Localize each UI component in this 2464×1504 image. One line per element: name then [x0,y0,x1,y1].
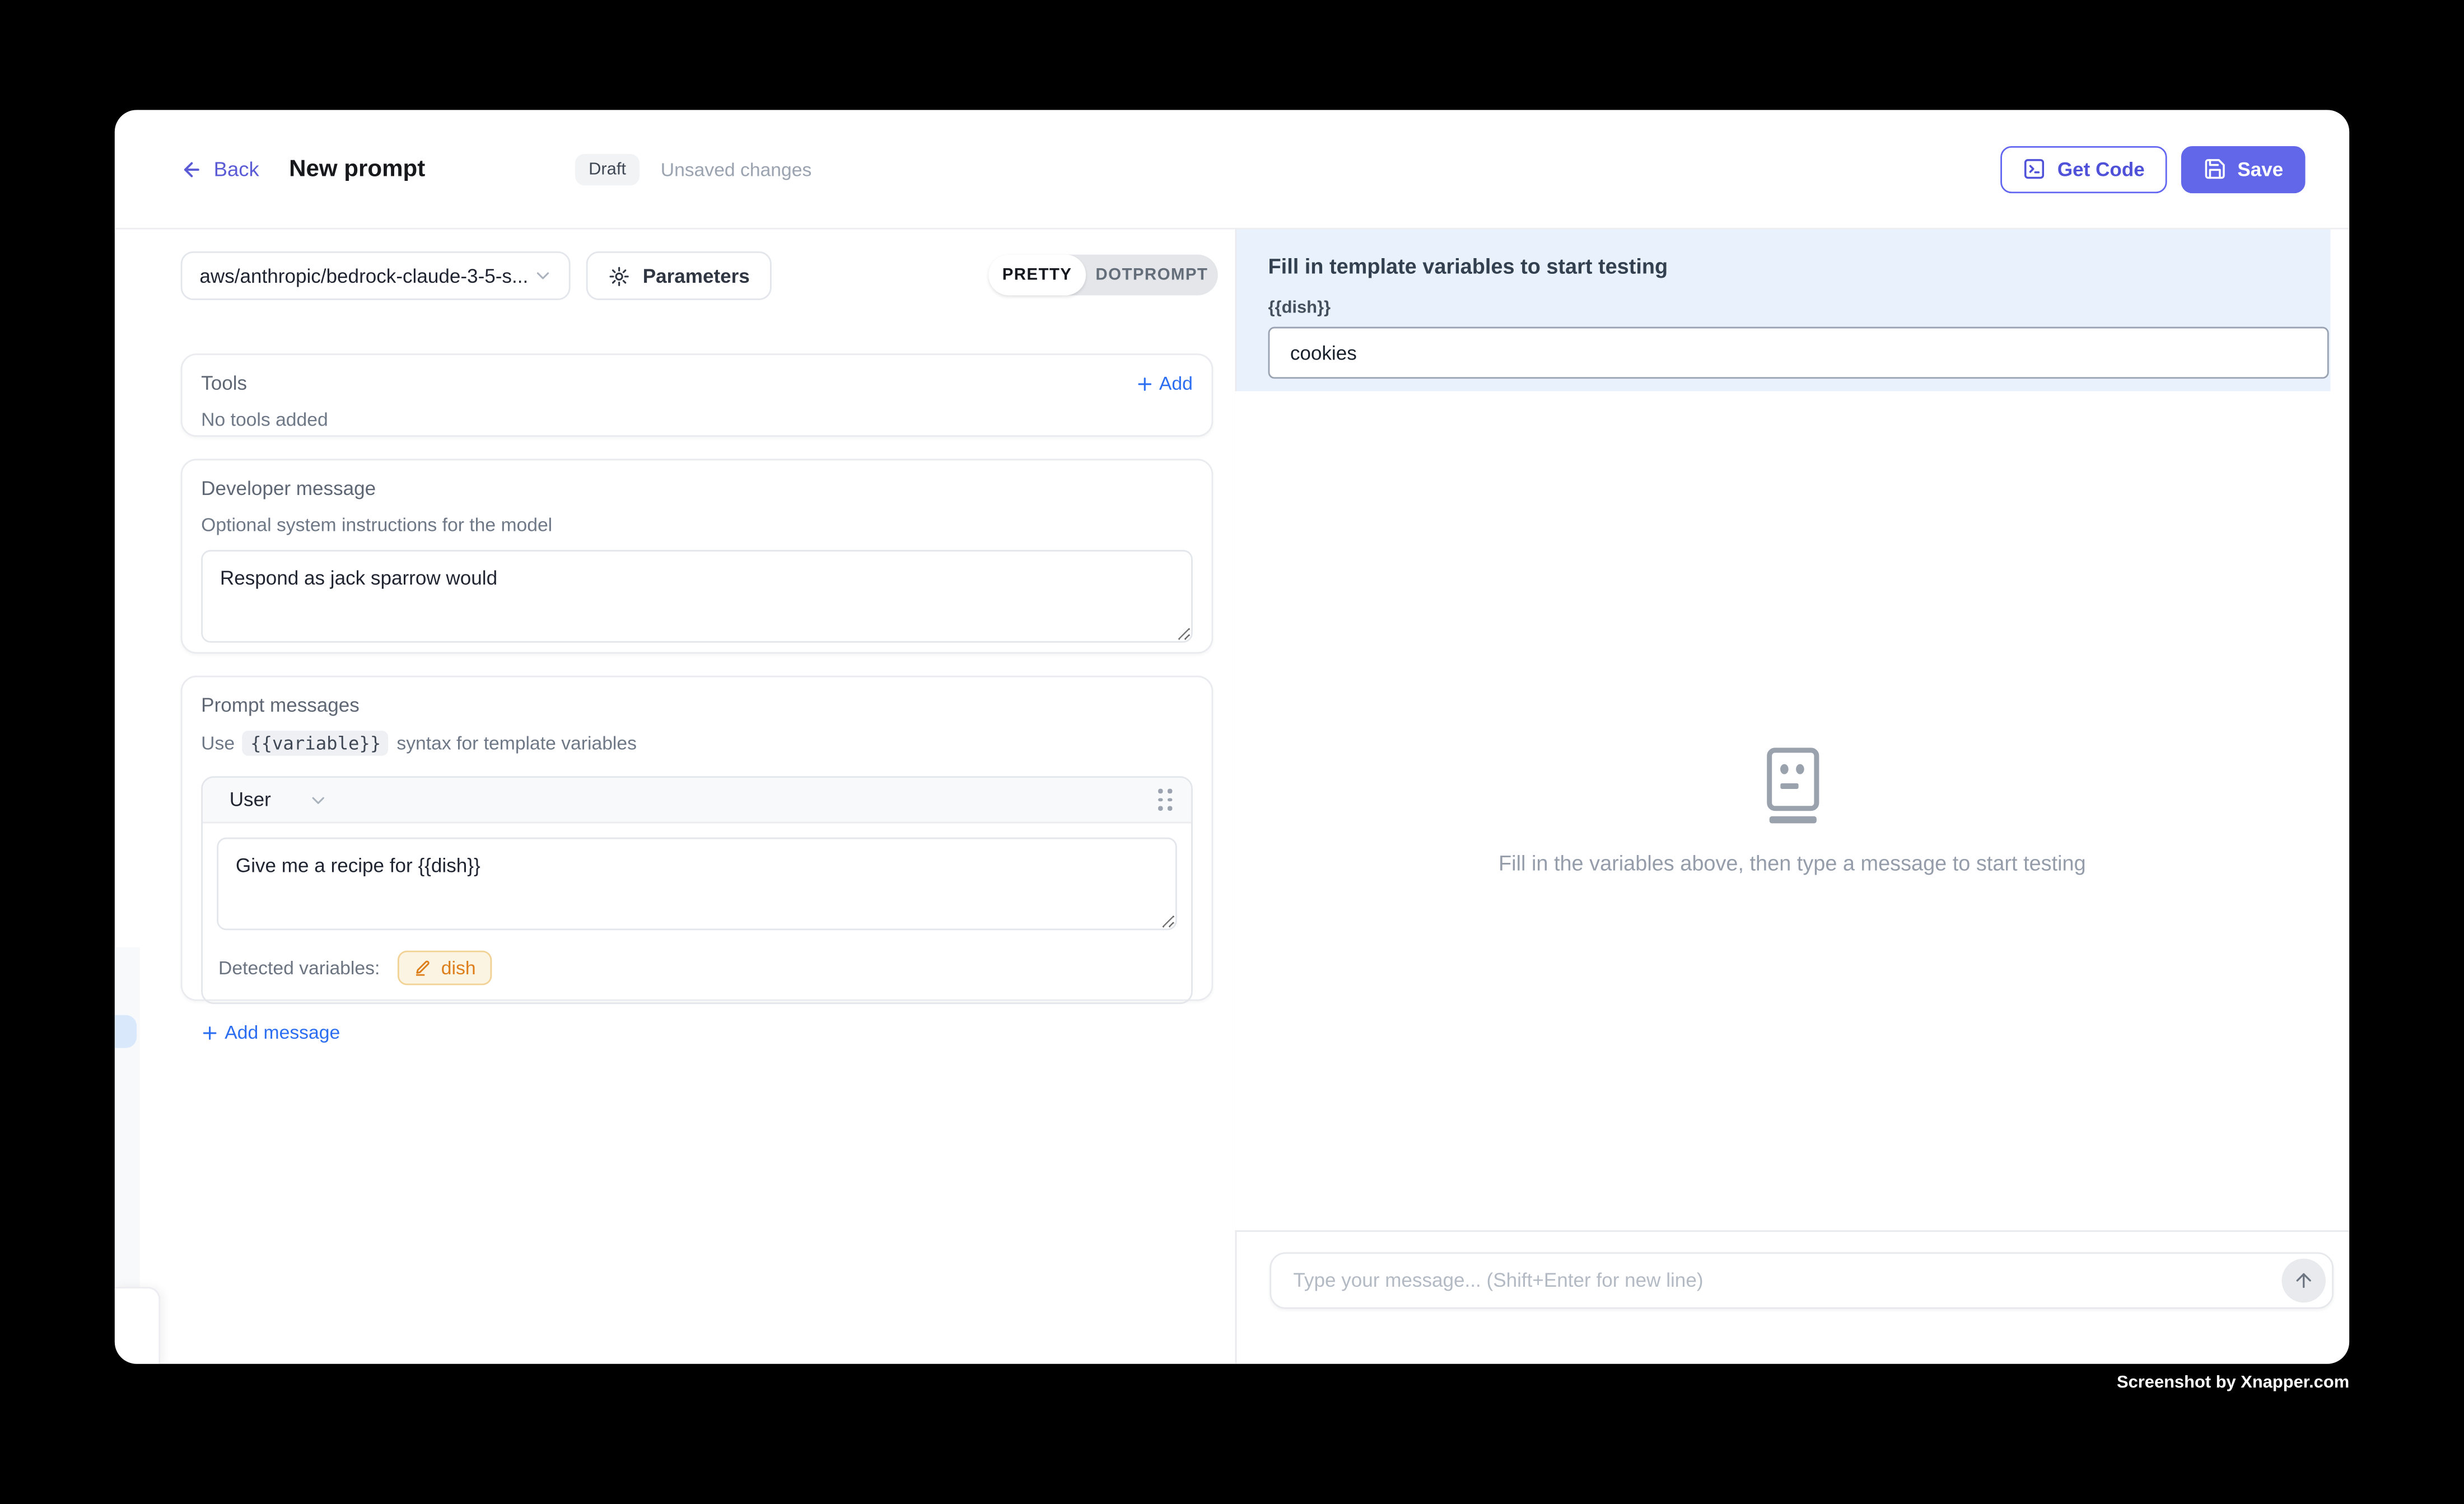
header-actions: Get Code Save [2001,146,2306,193]
chat-input-row [1270,1252,2334,1309]
dish-variable-label: {{dish}} [1268,298,2299,317]
add-tool-label: Add [1159,372,1193,394]
draft-badge: Draft [575,153,640,185]
variable-code-chip: {{variable}} [242,731,389,756]
variable-chip-label: dish [441,957,476,979]
gear-icon [608,265,630,287]
header: Back New prompt Draft Unsaved changes Ge… [115,110,2349,229]
developer-message-title: Developer message [201,478,1193,499]
role-value: User [230,789,271,811]
get-code-label: Get Code [2057,158,2145,180]
tools-title: Tools [201,372,247,394]
view-mode-toggle: PRETTY DOTPROMPT [988,255,1218,296]
collapsed-sidebar-rail [115,947,140,1292]
page-title: New prompt [289,156,425,183]
message-body: Give me a recipe for {{dish}} Detected v… [203,823,1191,1002]
terminal-icon [2023,157,2046,181]
plus-icon [1136,375,1153,392]
hint-suffix: syntax for template variables [396,732,637,754]
back-button[interactable]: Back [181,157,259,181]
message-block: User Give me a recipe for {{dish}} Detec… [201,776,1193,1004]
variable-chip-dish[interactable]: dish [397,951,491,985]
back-label: Back [214,157,259,181]
parameters-button[interactable]: Parameters [586,251,772,300]
chat-empty-state: Fill in the variables above, then type a… [1235,391,2350,1230]
sidebar-active-item[interactable] [115,1015,137,1048]
detected-variables-label: Detected variables: [218,957,380,979]
scrollbar-gutter [2330,230,2349,391]
plus-icon [201,1024,218,1041]
chat-empty-text: Fill in the variables above, then type a… [1499,852,2086,875]
save-label: Save [2237,158,2283,180]
floppy-disk-icon [2203,157,2227,181]
app-window: Back New prompt Draft Unsaved changes Ge… [115,110,2349,1363]
chat-message-input[interactable] [1271,1269,2281,1291]
drag-handle-icon[interactable] [1158,789,1172,810]
get-code-button[interactable]: Get Code [2001,146,2167,193]
screen: Back New prompt Draft Unsaved changes Ge… [0,0,2464,1503]
template-variables-section: Fill in template variables to start test… [1236,230,2330,391]
developer-message-subtitle: Optional system instructions for the mod… [201,514,1193,536]
tools-card: Tools Add No tools added [181,353,1214,437]
pencil-icon [413,959,432,978]
hint-prefix: Use [201,732,235,754]
variable-syntax-hint: Use {{variable}} syntax for template var… [201,731,1193,756]
template-variables-title: Fill in template variables to start test… [1268,255,2299,278]
tools-empty-text: No tools added [201,409,1193,431]
chat-input-divider [1235,1230,2350,1232]
send-button[interactable] [2281,1259,2326,1303]
chevron-down-icon [309,790,329,810]
model-toolbar: aws/anthropic/bedrock-claude-3-5-s... Pa… [181,251,772,300]
message-header: User [203,778,1191,823]
developer-message-card: Developer message Optional system instru… [181,459,1214,653]
corner-popover [115,1287,160,1363]
unsaved-changes-label: Unsaved changes [661,158,812,180]
parameters-label: Parameters [643,265,750,287]
bot-face-icon [1761,746,1823,825]
dish-variable-input[interactable] [1268,327,2329,379]
developer-message-textarea[interactable]: Respond as jack sparrow would [201,550,1193,643]
prompt-messages-card: Prompt messages Use {{variable}} syntax … [181,676,1214,1001]
model-select[interactable]: aws/anthropic/bedrock-claude-3-5-s... [181,251,571,300]
prompt-messages-title: Prompt messages [201,694,1193,716]
model-select-value: aws/anthropic/bedrock-claude-3-5-s... [199,265,528,287]
message-textarea[interactable]: Give me a recipe for {{dish}} [217,838,1177,931]
chevron-down-icon [533,265,553,286]
add-message-button[interactable]: Add message [201,1021,1193,1043]
role-select[interactable]: User [230,789,329,811]
watermark-text: Screenshot by Xnapper.com [0,1374,2349,1393]
detected-variables-row: Detected variables: dish [217,938,1177,988]
tab-dotprompt[interactable]: DOTPROMPT [1086,255,1218,296]
save-button[interactable]: Save [2181,146,2305,193]
arrow-up-icon [2293,1269,2314,1291]
add-tool-button[interactable]: Add [1136,372,1193,394]
add-message-label: Add message [225,1021,340,1043]
arrow-left-icon [181,158,203,180]
tab-pretty[interactable]: PRETTY [988,255,1086,296]
